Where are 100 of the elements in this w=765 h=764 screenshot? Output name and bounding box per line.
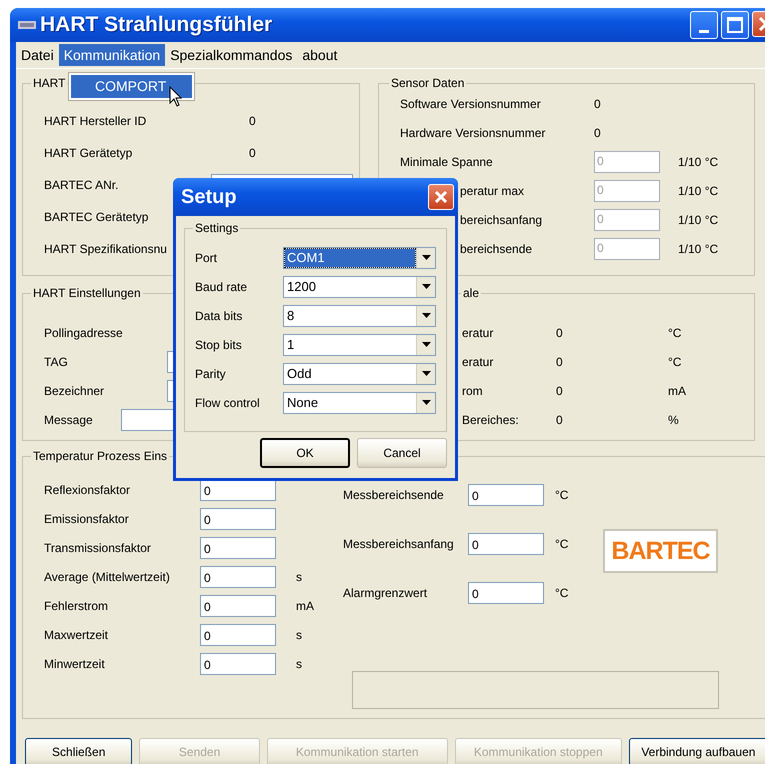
field-label: Baud rate xyxy=(195,280,248,294)
action-button[interactable]: Schließen xyxy=(25,738,132,764)
input-field[interactable]: 0 xyxy=(468,582,544,604)
field-label: HART Gerätetyp xyxy=(44,146,134,160)
field-label: Hardware Versionsnummer xyxy=(400,126,546,140)
field-label: bereichsanfang xyxy=(460,212,544,226)
field-label: Reflexionsfaktor xyxy=(44,482,132,496)
field-label: Average (Mittelwertzeit) xyxy=(44,570,171,584)
dropdown-field[interactable]: 8 xyxy=(283,304,436,326)
field-label: eratur xyxy=(462,326,494,340)
unit-text: 1/10 °C xyxy=(678,184,718,198)
unit-text: s xyxy=(296,628,302,642)
value-text: 0 xyxy=(556,384,564,398)
field-label: BARTEC Gerätetyp xyxy=(44,210,150,224)
field-label: TAG xyxy=(44,354,68,368)
maximize-button[interactable] xyxy=(721,11,749,39)
menu-item[interactable]: about xyxy=(297,44,342,66)
value-text: 0 xyxy=(556,326,564,340)
unit-text: °C xyxy=(668,354,682,368)
field-label: HART Hersteller ID xyxy=(44,114,148,128)
menu-item[interactable]: Datei xyxy=(16,44,59,66)
field-label: Bereiches: xyxy=(462,412,520,426)
caret-icon xyxy=(422,255,430,260)
field-label: Transmissionsfaktor xyxy=(44,540,152,554)
unit-text: 1/10 °C xyxy=(678,242,718,256)
input-field[interactable]: 0 xyxy=(200,594,276,616)
field-label: Message xyxy=(44,412,93,426)
field-label: Minwertzeit xyxy=(44,656,106,670)
field-label: Stop bits xyxy=(195,338,243,352)
close-button[interactable] xyxy=(428,184,454,210)
value-text: 0 xyxy=(556,412,564,426)
field-label: Fehlerstrom xyxy=(44,598,110,612)
field-label: Port xyxy=(195,250,218,264)
unit-text: 1/10 °C xyxy=(678,154,718,168)
close-icon xyxy=(435,191,447,203)
input-field[interactable]: 0 xyxy=(200,508,276,530)
unit-text: °C xyxy=(555,537,568,551)
menu-item[interactable]: Kommunikation xyxy=(58,44,166,66)
dropdown-field[interactable]: COM1 xyxy=(283,246,436,268)
logo: BARTEC xyxy=(603,529,718,573)
field-label: Alarmgrenzwert xyxy=(343,586,428,600)
unit-text: % xyxy=(668,412,679,426)
menu-item[interactable]: Spezialkommandos xyxy=(165,44,298,66)
field-label: Messbereichsende xyxy=(343,488,445,502)
field-label: Data bits xyxy=(195,308,244,322)
input-field[interactable]: 0 xyxy=(468,484,544,506)
value-text: 0 xyxy=(249,114,256,128)
group-title: Settings xyxy=(193,221,240,236)
field-label: Flow control xyxy=(195,396,261,410)
dropdown-field[interactable]: 1200 xyxy=(283,276,436,298)
unit-text: °C xyxy=(555,488,568,502)
minimize-icon xyxy=(699,30,709,32)
field-label: BARTEC ANr. xyxy=(44,178,120,192)
caret-icon xyxy=(422,371,430,376)
field-label: rom xyxy=(462,384,484,398)
input-field[interactable]: 0 xyxy=(200,566,276,588)
field-label: Maxwertzeit xyxy=(44,628,110,642)
field-label: Software Versionsnummer xyxy=(400,96,542,110)
input-field[interactable]: 0 xyxy=(200,536,276,558)
field-label: eratur xyxy=(462,354,494,368)
dropdown-field[interactable]: Odd xyxy=(283,362,436,384)
field-label: peratur max xyxy=(460,184,526,198)
app-icon xyxy=(18,21,36,29)
value-text: 0 xyxy=(249,146,256,160)
field-label: Minimale Spanne xyxy=(400,154,494,168)
unit-text: mA xyxy=(668,384,686,398)
unit-text: °C xyxy=(668,326,682,340)
field-label: Pollingadresse xyxy=(44,326,123,340)
caret-icon xyxy=(422,313,430,318)
unit-text: s xyxy=(296,570,302,584)
unit-text: °C xyxy=(555,586,568,600)
field-label: bereichsende xyxy=(460,242,534,256)
action-button[interactable]: Verbindung aufbauen xyxy=(628,738,765,764)
caret-icon xyxy=(422,284,430,289)
dropdown-field[interactable]: None xyxy=(283,392,436,414)
field-label: Messbereichsanfang xyxy=(343,537,455,551)
unit-text: mA xyxy=(296,598,314,612)
input-field[interactable]: 0 xyxy=(200,652,276,674)
dialog-button[interactable]: OK xyxy=(260,438,350,468)
caret-icon xyxy=(422,400,430,405)
dialog-button[interactable]: Cancel xyxy=(357,438,447,468)
field-label: Bezeichner xyxy=(44,384,104,398)
dropdown-field[interactable]: 1 xyxy=(283,334,436,356)
maximize-icon xyxy=(727,17,743,33)
value-text: 0 xyxy=(594,126,602,140)
window-title: HART Strahlungsfühler xyxy=(40,13,272,37)
field-label: Parity xyxy=(195,366,227,380)
input-field[interactable]: 0 xyxy=(200,624,276,646)
field-label: Emissionsfaktor xyxy=(44,512,130,526)
value-text: 0 xyxy=(594,96,602,110)
dialog-title: Setup xyxy=(181,186,237,208)
value-text: 0 xyxy=(556,354,564,368)
input-field[interactable]: 0 xyxy=(468,533,544,555)
caret-icon xyxy=(422,342,430,347)
unit-text: s xyxy=(296,656,302,670)
group-title: HART Einstellungen xyxy=(31,286,143,301)
menu-item[interactable]: COMPORT xyxy=(71,75,192,98)
unit-text: 1/10 °C xyxy=(678,212,718,226)
field-label: HART Spezifikationsnu xyxy=(44,242,168,256)
minimize-button[interactable] xyxy=(690,11,718,39)
